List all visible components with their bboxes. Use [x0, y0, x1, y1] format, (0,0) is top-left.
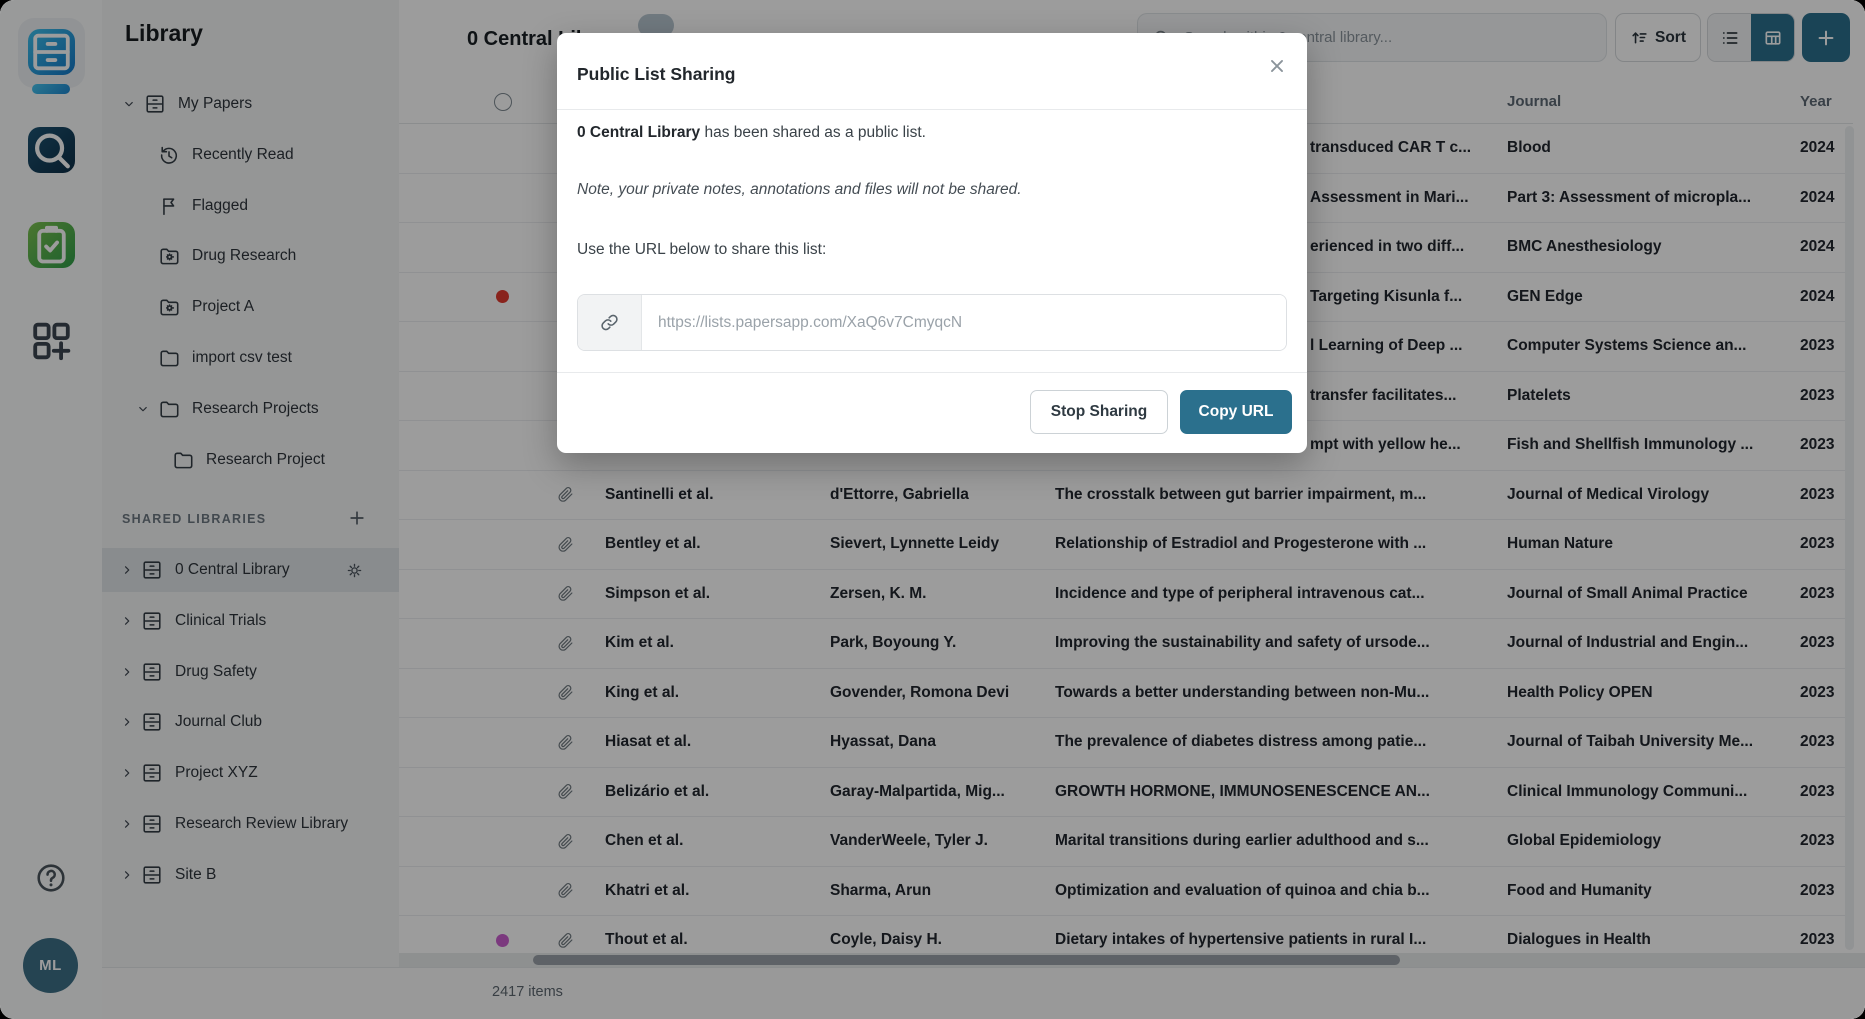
url-instruction: Use the URL below to share this list: — [577, 241, 826, 259]
library-name: 0 Central Library — [577, 124, 700, 141]
dialog-note: Note, your private notes, annotations an… — [577, 181, 1022, 199]
dialog-body-text: 0 Central Library has been shared as a p… — [577, 124, 926, 142]
share-url-field — [577, 294, 1287, 351]
link-icon-box — [578, 295, 642, 350]
public-list-sharing-dialog: Public List Sharing 0 Central Library ha… — [557, 33, 1307, 453]
stop-sharing-button[interactable]: Stop Sharing — [1030, 390, 1168, 434]
dialog-footer-divider — [557, 372, 1307, 373]
link-icon — [599, 312, 620, 333]
dialog-header: Public List Sharing — [557, 33, 1307, 110]
copy-url-button[interactable]: Copy URL — [1180, 390, 1292, 434]
app-window: ML Library My PapersRecently ReadFlagged… — [0, 0, 1865, 1019]
dialog-title: Public List Sharing — [577, 63, 736, 85]
share-url-input[interactable] — [642, 295, 1286, 350]
close-icon[interactable] — [1266, 55, 1288, 77]
